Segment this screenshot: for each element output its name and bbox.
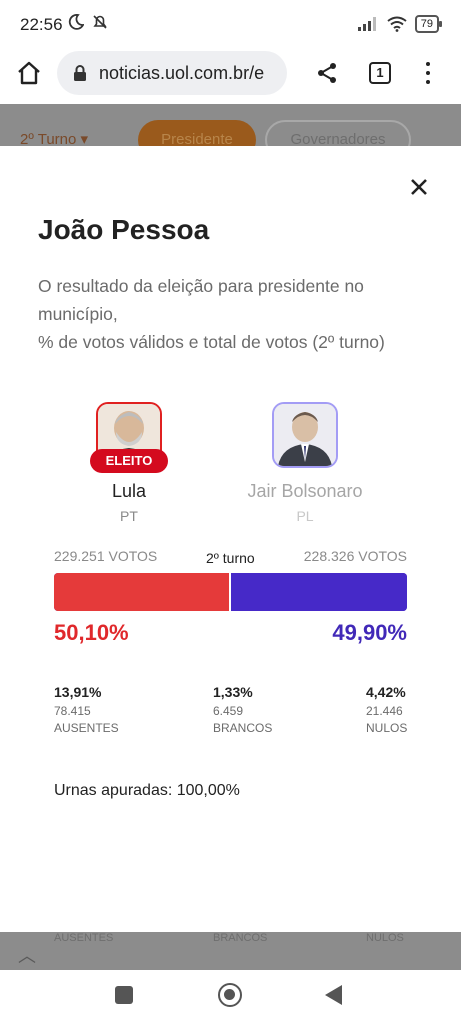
close-icon[interactable] (408, 176, 430, 198)
stat-count: 21.446 (366, 704, 403, 718)
stat-pct: 1,33% (213, 684, 253, 700)
signal-icon (357, 17, 376, 31)
stat-count: 78.415 (54, 704, 91, 718)
stat-label: BRANCOS (213, 721, 273, 735)
status-bar: 22:56 79 (0, 0, 461, 48)
chevron-up-icon[interactable]: ︿ (18, 942, 36, 968)
stat-brancos: 1,33% 6.459 BRANCOS (213, 684, 272, 735)
pct-bolsonaro: 49,90% (332, 620, 407, 645)
results-modal: João Pessoa O resultado da eleição para … (0, 146, 461, 932)
stat-label: AUSENTES (54, 721, 119, 735)
city-title: João Pessoa (38, 214, 210, 245)
share-icon[interactable] (316, 62, 338, 84)
more-menu-icon[interactable] (420, 60, 436, 86)
votes-lula: 229.251 VOTOS (54, 548, 158, 564)
candidate-bolsonaro: Jair Bolsonaro PL (225, 402, 385, 524)
stat-ausentes: 13,91% 78.415 AUSENTES (54, 684, 119, 735)
stat-nulos: 4,42% 21.446 NULOS (366, 684, 407, 735)
stat-label: NULOS (366, 721, 408, 735)
system-nav-bar (0, 970, 461, 1024)
url-bar[interactable]: noticias.uol.com.br/e (57, 51, 287, 95)
home-icon[interactable] (16, 60, 42, 86)
bell-off-icon (93, 15, 108, 29)
urnas-apuradas: Urnas apuradas: 100,00% (54, 782, 240, 799)
stat-pct: 4,42% (366, 684, 406, 700)
home-button[interactable] (218, 983, 242, 1007)
back-button[interactable] (325, 985, 342, 1005)
wifi-icon (387, 16, 407, 32)
candidate-name: Jair Bolsonaro (247, 481, 363, 501)
pct-lula: 50,10% (54, 620, 129, 645)
browser-toolbar: noticias.uol.com.br/e 1 (0, 48, 461, 104)
moon-icon (68, 14, 85, 30)
tabs-button[interactable]: 1 (369, 62, 391, 84)
result-bar-bolsonaro (230, 573, 407, 611)
result-bar (54, 573, 407, 611)
recents-button[interactable] (115, 986, 133, 1004)
stat-pct: 13,91% (54, 684, 102, 700)
candidate-name: Lula (111, 481, 147, 501)
stat-count: 6.459 (213, 704, 244, 718)
avatar (272, 402, 338, 468)
candidate-party: PL (296, 508, 314, 524)
votes-bolsonaro: 228.326 VOTOS (303, 548, 407, 564)
turno-label: 2º turno (206, 550, 255, 566)
modal-description: O resultado da eleição para presidente n… (38, 276, 385, 352)
battery-icon: 79 (414, 15, 443, 33)
url-text: noticias.uol.com.br/e (99, 62, 265, 83)
result-bar-lula (54, 573, 231, 611)
status-time: 22:56 (20, 15, 63, 34)
background-stats-labels: AUSENTES BRANCOS NULOS (54, 932, 404, 944)
candidate-party: PT (120, 508, 138, 524)
elected-badge: ELEITO (90, 449, 168, 473)
lock-icon (74, 65, 86, 81)
